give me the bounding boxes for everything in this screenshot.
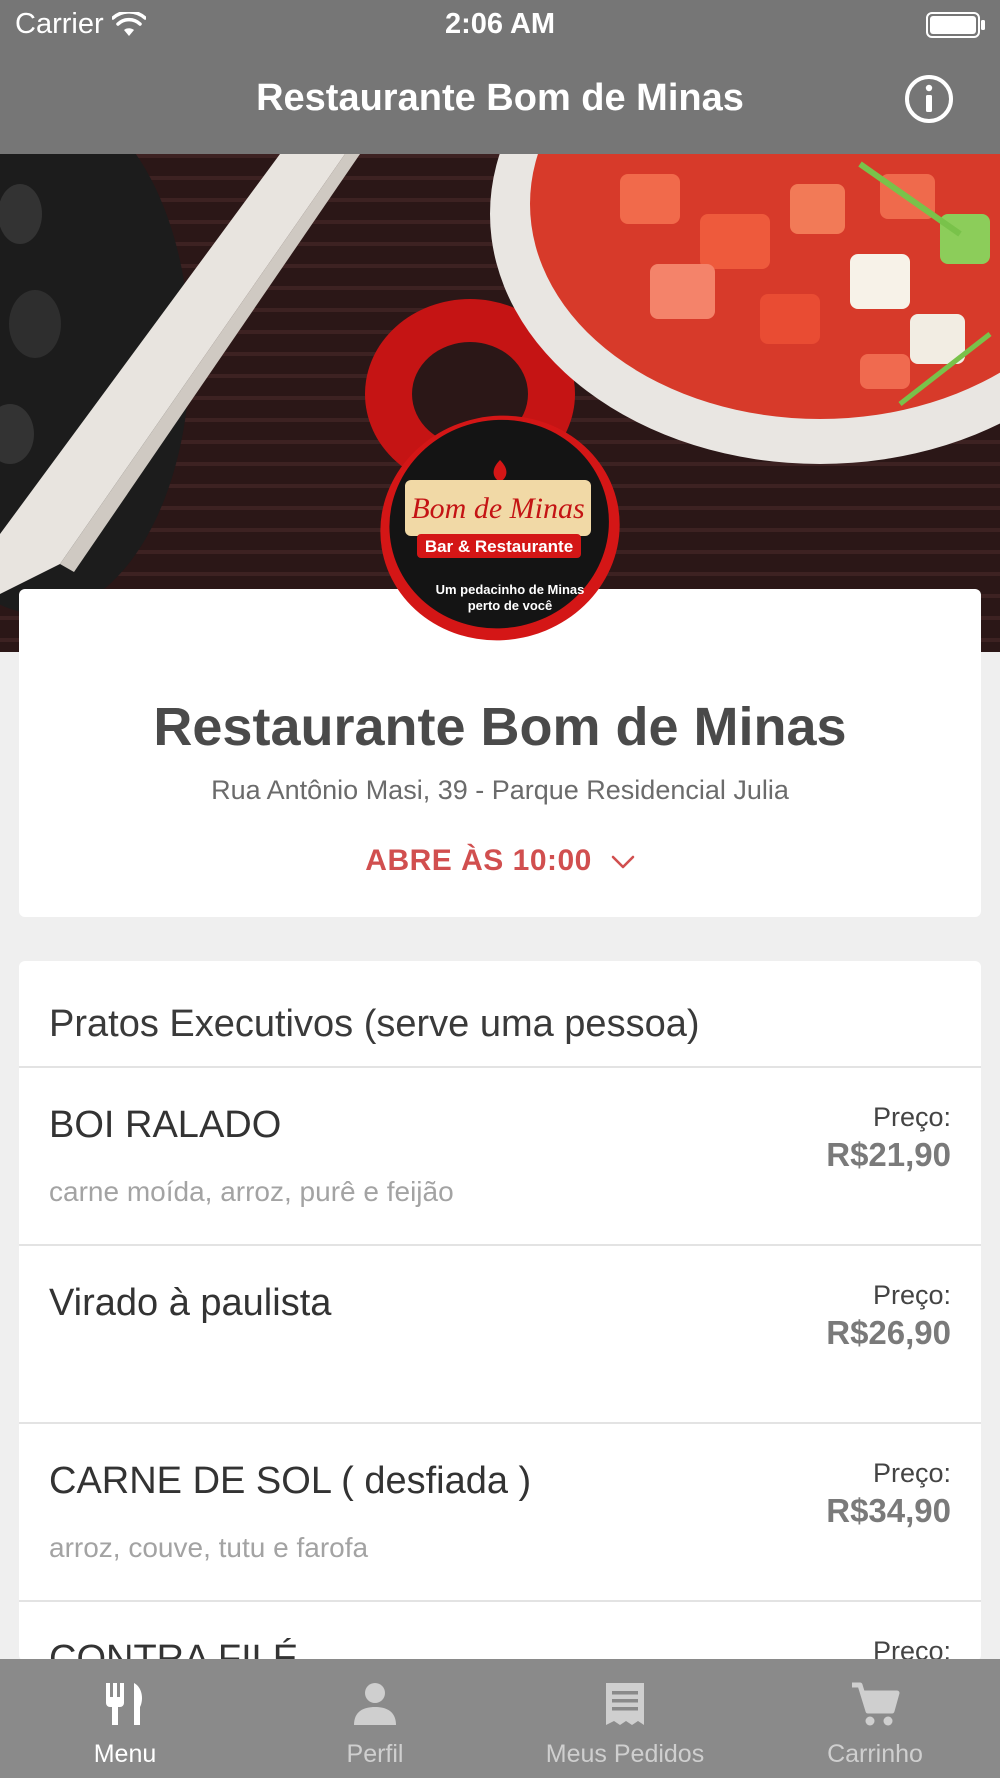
restaurant-name: Restaurante Bom de Minas <box>153 697 847 757</box>
opening-hours-label: ABRE ÀS 10:00 <box>365 844 592 877</box>
price-label: Preço: <box>872 1280 951 1310</box>
fork-knife-icon <box>106 1683 142 1725</box>
menu-item-name: CONTRA FILÉ <box>49 1638 299 1661</box>
menu-item[interactable]: Virado à paulista Preço: R$26,90 <box>19 1246 981 1424</box>
receipt-icon <box>606 1683 644 1725</box>
nav-title: Restaurante Bom de Minas <box>256 77 744 119</box>
menu-item-price: R$21,90 <box>826 1136 951 1173</box>
opening-hours-toggle[interactable]: ABRE ÀS 10:00 <box>19 844 981 878</box>
person-icon <box>354 1683 396 1725</box>
top-bar: Carrier 2:06 AM Restaurante Bom de Minas <box>0 0 1000 154</box>
restaurant-address: Rua Antônio Masi, 39 - Parque Residencia… <box>211 775 789 805</box>
tab-meus-pedidos[interactable]: Meus Pedidos <box>500 1659 750 1778</box>
restaurant-logo: Bom de Minas Bar & Restaurante Um pedaci… <box>380 415 620 641</box>
menu-section-card: Pratos Executivos (serve uma pessoa) BOI… <box>19 961 981 1661</box>
battery-icon <box>926 12 985 38</box>
logo-name-text: Bom de Minas <box>411 492 584 525</box>
clock: 2:06 AM <box>444 8 556 40</box>
menu-item-price: R$26,90 <box>826 1314 951 1351</box>
chevron-down-icon <box>611 855 635 869</box>
logo-tagline-text: Um pedacinho de Minas <box>436 582 585 597</box>
tab-label: Meus Pedidos <box>545 1740 705 1768</box>
tab-label: Carrinho <box>827 1740 923 1768</box>
tab-bar: Menu Perfil Meus Pedidos Carrinho <box>0 1659 1000 1778</box>
logo-subtitle-text: Bar & Restaurante <box>425 537 573 556</box>
menu-item-name: BOI RALADO <box>49 1104 282 1146</box>
tab-label: Perfil <box>346 1740 404 1768</box>
menu-item[interactable]: CONTRA FILÉ Preço: <box>19 1602 981 1661</box>
price-label: Preço: <box>872 1102 951 1132</box>
tab-menu[interactable]: Menu <box>0 1659 250 1778</box>
price-label: Preço: <box>872 1458 951 1488</box>
menu-section-title: Pratos Executivos (serve uma pessoa) <box>49 1003 700 1045</box>
menu-item-description: carne moída, arroz, purê e feijão <box>49 1176 454 1207</box>
status-bar: Carrier 2:06 AM <box>0 0 1000 50</box>
menu-item-name: CARNE DE SOL ( desfiada ) <box>49 1460 532 1502</box>
price-label: Preço: <box>872 1636 951 1661</box>
cart-icon <box>852 1682 900 1726</box>
navigation-bar: Restaurante Bom de Minas <box>0 50 1000 154</box>
menu-item-name: Virado à paulista <box>49 1282 332 1324</box>
tab-carrinho[interactable]: Carrinho <box>750 1659 1000 1778</box>
menu-item-description: arroz, couve, tutu e farofa <box>49 1532 369 1563</box>
menu-item[interactable]: BOI RALADO carne moída, arroz, purê e fe… <box>19 1068 981 1246</box>
tab-label: Menu <box>93 1740 157 1768</box>
logo-tagline-text-2: perto de você <box>468 598 553 613</box>
info-icon[interactable] <box>904 74 954 124</box>
menu-item-price: R$34,90 <box>826 1492 951 1529</box>
menu-item[interactable]: CARNE DE SOL ( desfiada ) arroz, couve, … <box>19 1424 981 1602</box>
tab-perfil[interactable]: Perfil <box>250 1659 500 1778</box>
